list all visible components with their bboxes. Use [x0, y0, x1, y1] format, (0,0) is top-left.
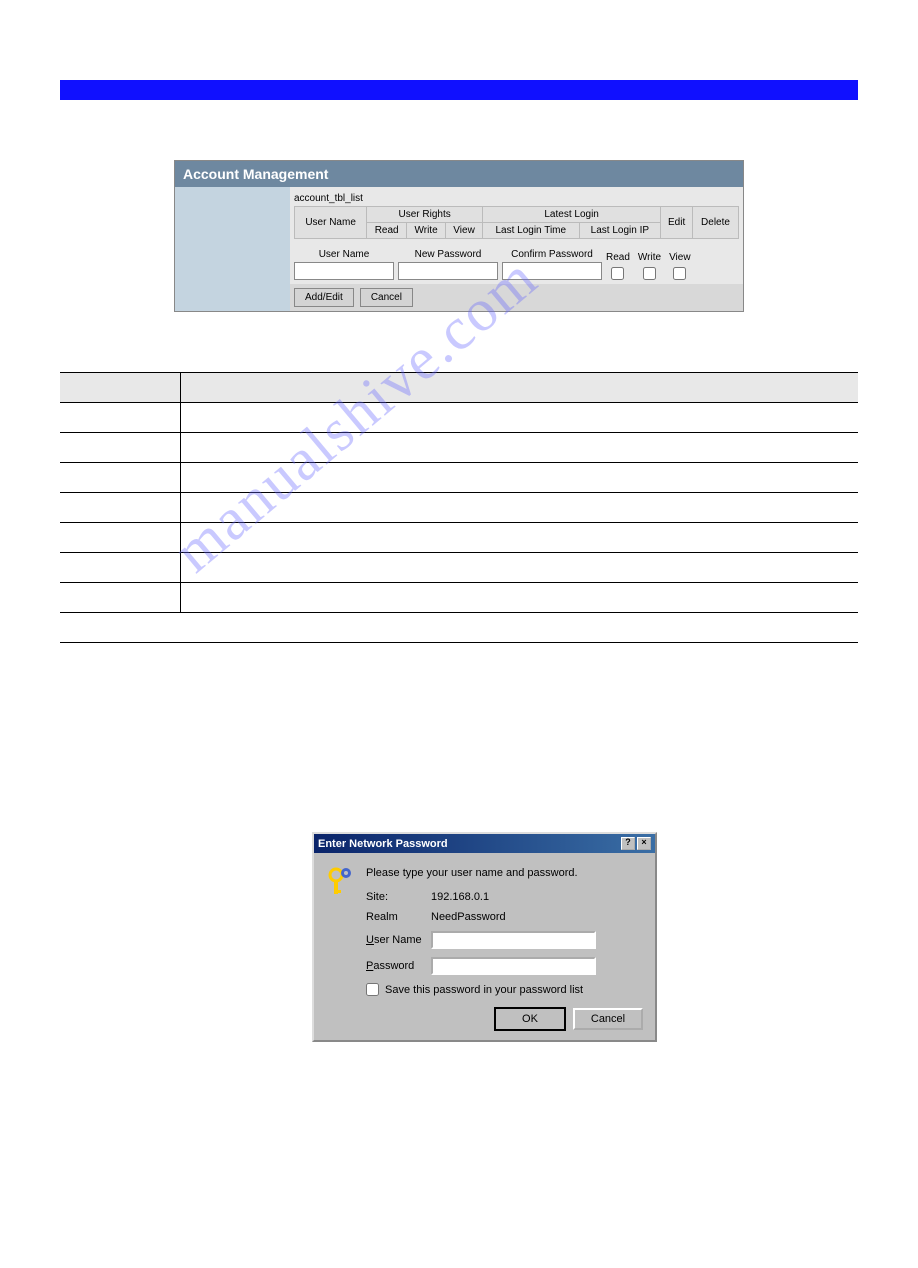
- site-label: Site:: [366, 891, 431, 903]
- read-checkbox[interactable]: [611, 267, 624, 280]
- dialog-title: Enter Network Password: [318, 838, 448, 850]
- account-form-row: User Name New Password Confirm Password …: [294, 249, 739, 280]
- account-list-label: account_tbl_list: [294, 191, 739, 206]
- header-last-login-time: Last Login Time: [483, 223, 580, 239]
- form-newpassword-label: New Password: [415, 249, 482, 260]
- account-header-table: User Name User Rights Latest Login Edit …: [294, 206, 739, 239]
- header-read: Read: [367, 223, 407, 239]
- new-password-input[interactable]: [398, 262, 498, 280]
- key-icon: [326, 867, 356, 1030]
- cancel-button[interactable]: Cancel: [360, 288, 413, 307]
- help-icon[interactable]: ?: [621, 837, 635, 850]
- write-checkbox-label: Write: [638, 252, 661, 263]
- header-edit: Edit: [661, 207, 693, 239]
- save-password-checkbox[interactable]: [366, 983, 379, 996]
- header-last-login-ip: Last Login IP: [579, 223, 661, 239]
- realm-label: Realm: [366, 911, 431, 923]
- site-value: 192.168.0.1: [431, 891, 489, 903]
- blue-banner: [60, 80, 858, 100]
- form-confirmpassword-label: Confirm Password: [511, 249, 593, 260]
- header-delete: Delete: [693, 207, 739, 239]
- dialog-titlebar: Enter Network Password ? ×: [314, 834, 655, 853]
- dialog-username-label: User Name: [366, 934, 431, 946]
- confirm-password-input[interactable]: [502, 262, 602, 280]
- password-dialog: Enter Network Password ? × Please type y…: [312, 832, 657, 1042]
- header-latest-login: Latest Login: [483, 207, 661, 223]
- panel-title: Account Management: [175, 161, 743, 187]
- form-username-label: User Name: [319, 249, 370, 260]
- view-checkbox[interactable]: [673, 267, 686, 280]
- header-view: View: [446, 223, 483, 239]
- account-management-panel: Account Management account_tbl_list User…: [174, 160, 744, 312]
- read-checkbox-label: Read: [606, 252, 630, 263]
- header-username: User Name: [295, 207, 367, 239]
- dialog-password-label: Password: [366, 960, 431, 972]
- panel-sidebar: [175, 187, 290, 284]
- dialog-message: Please type your user name and password.: [366, 867, 643, 879]
- header-user-rights: User Rights: [367, 207, 483, 223]
- dialog-cancel-button[interactable]: Cancel: [573, 1008, 643, 1030]
- save-password-label: Save this password in your password list: [385, 984, 583, 996]
- realm-value: NeedPassword: [431, 911, 506, 923]
- view-checkbox-label: View: [669, 252, 691, 263]
- ok-button[interactable]: OK: [495, 1008, 565, 1030]
- add-edit-button[interactable]: Add/Edit: [294, 288, 354, 307]
- username-input[interactable]: [294, 262, 394, 280]
- description-table: [60, 372, 858, 643]
- dialog-username-input[interactable]: [431, 931, 596, 949]
- header-write: Write: [407, 223, 446, 239]
- dialog-password-input[interactable]: [431, 957, 596, 975]
- write-checkbox[interactable]: [643, 267, 656, 280]
- close-icon[interactable]: ×: [637, 837, 651, 850]
